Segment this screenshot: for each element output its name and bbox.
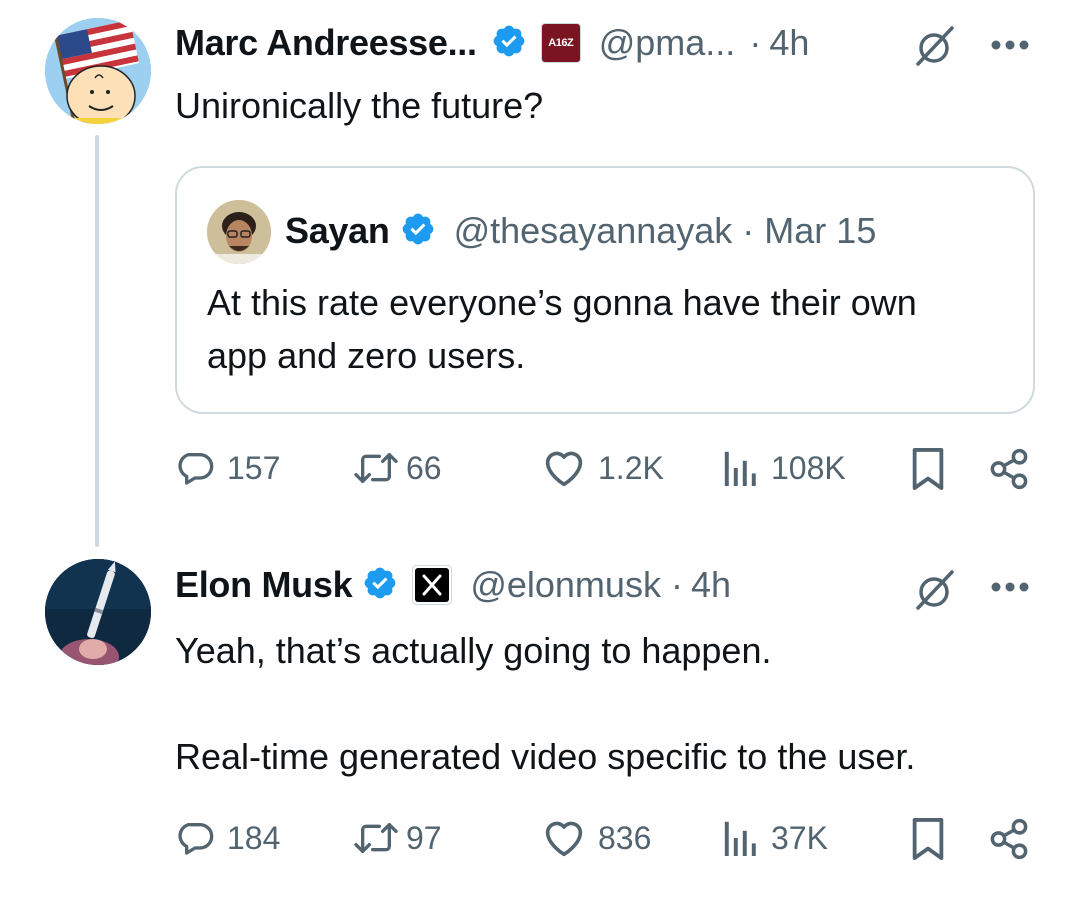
a16z-affiliate-badge[interactable]: A16Z — [540, 23, 581, 63]
tweet-actions-bar: 157 66 1.2K 108K — [170, 448, 1040, 498]
bookmark-button[interactable] — [908, 448, 948, 490]
share-button[interactable] — [988, 818, 1030, 860]
share-icon — [990, 818, 1028, 860]
bookmark-icon — [912, 818, 944, 860]
x-logo-icon — [415, 568, 450, 602]
views-icon — [724, 821, 756, 856]
x-affiliate-badge[interactable] — [412, 565, 453, 605]
tweet-text-line1: Yeah, that’s actually going to happen. — [175, 630, 772, 671]
verified-badge-icon — [491, 23, 527, 64]
sayan-photo-icon — [207, 200, 271, 264]
bookmark-button[interactable] — [908, 818, 948, 860]
grok-icon[interactable] — [912, 22, 960, 75]
reply-count: 184 — [227, 819, 281, 856]
avatar-sayan[interactable] — [207, 200, 271, 264]
repost-icon — [354, 823, 398, 853]
share-icon — [990, 448, 1028, 490]
views-count: 108K — [771, 449, 846, 486]
verified-badge-icon — [362, 565, 398, 606]
tweet-text: Unironically the future? — [175, 85, 544, 126]
grok-icon[interactable] — [912, 566, 960, 619]
like-button[interactable]: 1.2K — [542, 448, 664, 488]
author-name[interactable]: Elon Musk — [175, 564, 353, 606]
quoted-header-separator: · — [742, 210, 755, 251]
timestamp[interactable]: 4h — [691, 564, 731, 606]
share-button[interactable] — [988, 448, 1030, 490]
author-name[interactable]: Marc Andreesse... — [175, 22, 477, 64]
quoted-author-name[interactable]: Sayan — [285, 210, 390, 252]
tweet-header: Marc Andreesse... A16Z @pma... · 4h — [175, 20, 809, 66]
reply-icon — [178, 823, 214, 855]
tweet-text-line2: Real-time generated video specific to th… — [175, 736, 916, 777]
avatar-elon[interactable] — [45, 559, 151, 665]
bookmark-icon — [912, 448, 944, 490]
reply-button[interactable]: 184 — [175, 818, 280, 858]
repost-icon — [354, 453, 398, 483]
reply-count: 157 — [227, 449, 281, 486]
tweet-header: Elon Musk @elonmusk · 4h — [175, 562, 731, 608]
rocket-launch-icon — [45, 559, 151, 665]
thread-connector-line — [95, 135, 99, 547]
like-count: 836 — [598, 819, 652, 856]
author-handle[interactable]: @elonmusk — [470, 564, 661, 606]
views-icon — [724, 451, 756, 486]
views-count: 37K — [771, 819, 828, 856]
heart-icon — [545, 451, 583, 487]
verified-badge-icon — [400, 211, 436, 252]
quoted-date[interactable]: Mar 15 — [764, 210, 876, 252]
views-button[interactable]: 108K — [723, 448, 846, 488]
header-separator: · — [749, 22, 762, 63]
repost-count: 97 — [406, 819, 442, 856]
quoted-tweet-text-line1: At this rate everyone’s gonna have their… — [207, 282, 917, 323]
author-handle[interactable]: @pma... — [599, 22, 736, 64]
tweet-actions-bar: 184 97 836 37K — [170, 818, 1040, 868]
charlie-brown-flag-icon — [45, 18, 151, 124]
views-button[interactable]: 37K — [723, 818, 828, 858]
repost-button[interactable]: 66 — [354, 448, 442, 488]
reply-button[interactable]: 157 — [175, 448, 280, 488]
heart-icon — [545, 821, 583, 857]
repost-button[interactable]: 97 — [354, 818, 442, 858]
quoted-tweet-card[interactable]: Sayan @thesayannayak · Mar 15 At this ra… — [175, 166, 1035, 414]
header-separator: · — [670, 564, 683, 605]
reply-icon — [178, 453, 214, 485]
more-options-icon[interactable] — [990, 38, 1030, 56]
repost-count: 66 — [406, 449, 442, 486]
more-options-icon[interactable] — [990, 580, 1030, 598]
quoted-tweet-header: Sayan @thesayannayak · Mar 15 — [285, 208, 876, 254]
quoted-author-handle[interactable]: @thesayannayak — [454, 210, 733, 252]
quoted-tweet-text-line2: app and zero users. — [207, 335, 526, 376]
avatar-marc[interactable] — [45, 18, 151, 124]
like-button[interactable]: 836 — [542, 818, 651, 858]
like-count: 1.2K — [598, 449, 664, 486]
timestamp[interactable]: 4h — [769, 22, 809, 64]
